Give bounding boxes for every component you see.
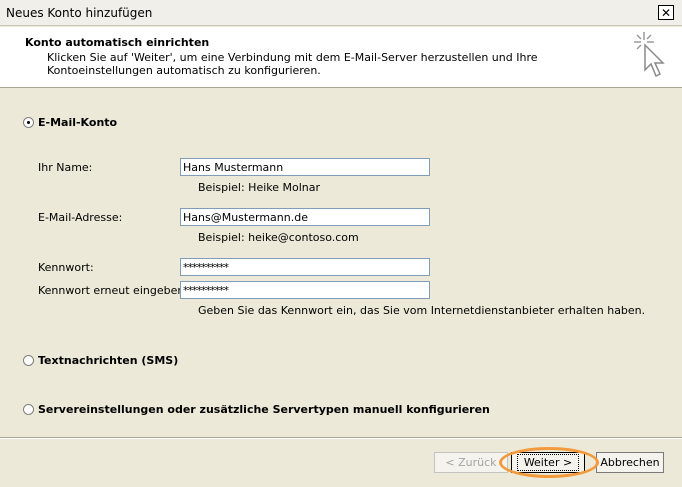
name-label: Ihr Name: (38, 161, 93, 174)
password-hint: Geben Sie das Kennwort ein, das Sie vom … (198, 304, 646, 317)
header-description: Klicken Sie auf 'Weiter', um eine Verbin… (47, 51, 538, 77)
name-input[interactable] (180, 158, 430, 176)
password-repeat-input[interactable] (180, 281, 430, 299)
sms-label[interactable]: Textnachrichten (SMS) (38, 354, 178, 367)
header-title: Konto automatisch einrichten (25, 36, 210, 49)
manual-config-label[interactable]: Servereinstellungen oder zusätzliche Ser… (38, 403, 490, 416)
email-input[interactable] (180, 208, 430, 226)
back-button[interactable]: < Zurück (434, 452, 508, 473)
password-repeat-label: Kennwort erneut eingeben: (38, 284, 189, 297)
sms-radio[interactable] (23, 355, 34, 366)
password-label: Kennwort: (38, 261, 94, 274)
email-label: E-Mail-Adresse: (38, 211, 123, 224)
wizard-header: Konto automatisch einrichten Klicken Sie… (0, 27, 682, 88)
close-button[interactable]: ✕ (658, 5, 674, 20)
next-button-label: Weiter > (516, 454, 580, 471)
email-hint: Beispiel: heike@contoso.com (198, 231, 359, 244)
title-bar: Neues Konto hinzufügen ✕ (0, 0, 682, 26)
next-button[interactable]: Weiter > (511, 452, 585, 473)
manual-config-radio[interactable] (23, 404, 34, 415)
cancel-button[interactable]: Abbrechen (596, 452, 664, 473)
cursor-sparkle-icon (634, 32, 665, 78)
window-title: Neues Konto hinzufügen (6, 6, 153, 20)
footer-divider (0, 437, 682, 439)
email-account-radio[interactable] (23, 117, 34, 128)
name-hint: Beispiel: Heike Molnar (198, 181, 321, 194)
password-input[interactable] (180, 258, 430, 276)
close-icon: ✕ (660, 5, 672, 20)
email-account-label[interactable]: E-Mail-Konto (38, 116, 117, 129)
